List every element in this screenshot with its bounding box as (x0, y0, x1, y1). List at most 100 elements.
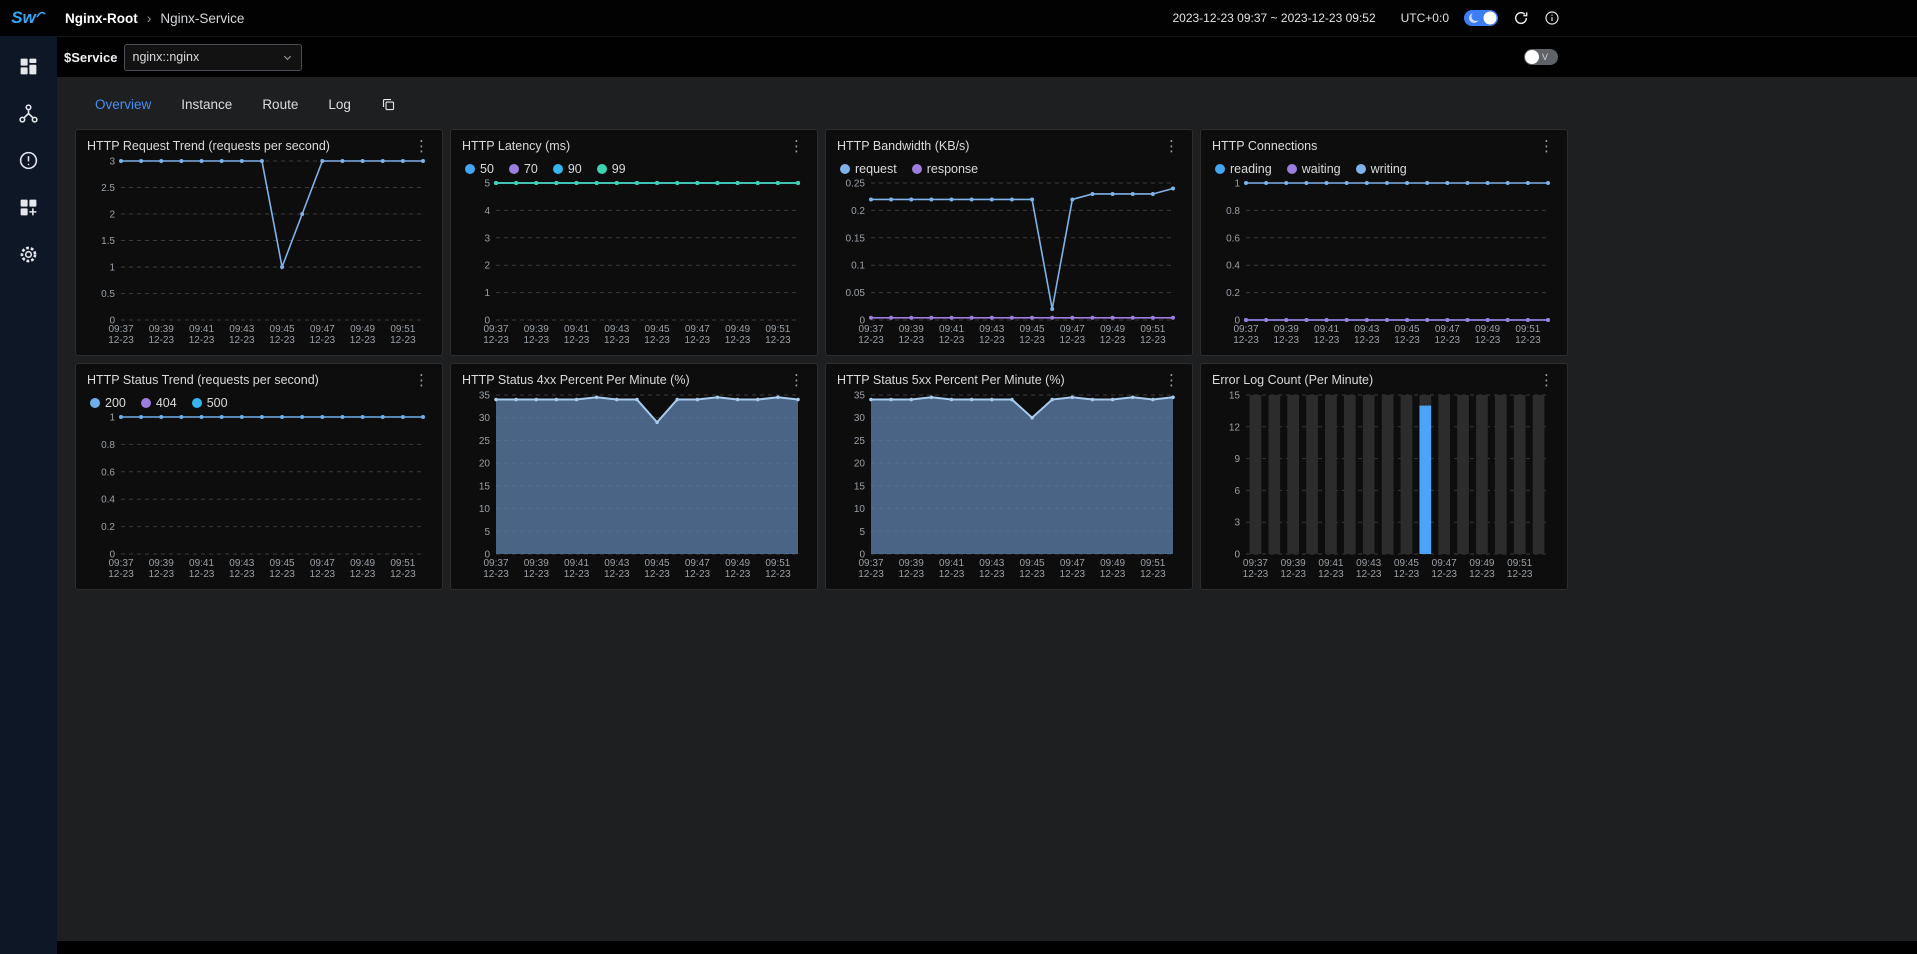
legend-dot-icon (141, 398, 151, 408)
sidebar-item-alerting[interactable] (9, 142, 49, 179)
legend-item[interactable]: reading (1215, 162, 1272, 176)
kebab-menu-icon[interactable]: ⋮ (1162, 139, 1181, 154)
svg-text:0.4: 0.4 (1226, 261, 1240, 272)
time-range[interactable]: 2023-12-23 09:37 ~ 2023-12-23 09:52 (1172, 11, 1375, 25)
legend-item[interactable]: writing (1356, 162, 1407, 176)
svg-text:09:4112-23: 09:4112-23 (1318, 558, 1344, 580)
tab-route[interactable]: Route (262, 97, 298, 112)
sidebar-item-marketplace[interactable] (9, 189, 49, 226)
legend-label: 200 (105, 396, 126, 410)
tab-overview[interactable]: Overview (95, 97, 151, 112)
svg-text:5: 5 (859, 527, 865, 538)
legend-dot-icon (912, 164, 922, 174)
svg-text:09:4912-23: 09:4912-23 (1469, 558, 1495, 580)
chart-canvas[interactable]: 00.20.40.60.8109:3712-2309:3912-2309:411… (87, 412, 431, 582)
svg-text:09:4312-23: 09:4312-23 (229, 558, 255, 580)
svg-text:09:4512-23: 09:4512-23 (644, 558, 670, 580)
sidebar-item-topology[interactable] (9, 95, 49, 132)
svg-text:09:4312-23: 09:4312-23 (979, 324, 1005, 346)
chart-canvas[interactable]: 01234509:3712-2309:3912-2309:4112-2309:4… (462, 178, 806, 348)
kebab-menu-icon[interactable]: ⋮ (412, 373, 431, 388)
service-select[interactable]: nginx::nginx (124, 44, 302, 71)
kebab-menu-icon[interactable]: ⋮ (412, 139, 431, 154)
info-icon[interactable] (1544, 10, 1560, 26)
chart-canvas[interactable]: 0510152025303509:3712-2309:3912-2309:411… (462, 390, 806, 582)
svg-text:20: 20 (854, 459, 866, 470)
legend-dot-icon (509, 164, 519, 174)
chart-canvas[interactable]: 0510152025303509:3712-2309:3912-2309:411… (837, 390, 1181, 582)
svg-text:09:4112-23: 09:4112-23 (564, 324, 590, 346)
legend-item[interactable]: 50 (465, 162, 494, 176)
alert-circle-icon (18, 150, 39, 171)
logo-swoosh-icon (36, 10, 46, 20)
chart-canvas[interactable]: 0369121509:3712-2309:3912-2309:4112-2309… (1212, 390, 1556, 582)
legend-item[interactable]: waiting (1287, 162, 1341, 176)
chart-title: HTTP Request Trend (requests per second) (87, 139, 330, 153)
svg-text:4: 4 (484, 206, 490, 217)
sidebar-item-dashboards[interactable] (9, 48, 49, 85)
breadcrumb-root[interactable]: Nginx-Root (65, 11, 138, 26)
chart-card: HTTP Status 4xx Percent Per Minute (%) ⋮… (450, 363, 818, 590)
legend-dot-icon (465, 164, 475, 174)
kebab-menu-icon[interactable]: ⋮ (787, 373, 806, 388)
svg-text:09:4312-23: 09:4312-23 (1356, 558, 1382, 580)
kebab-menu-icon[interactable]: ⋮ (1537, 373, 1556, 388)
legend-item[interactable]: 200 (90, 396, 126, 410)
legend-dot-icon (1287, 164, 1297, 174)
tab-log[interactable]: Log (328, 97, 351, 112)
refresh-icon[interactable] (1513, 10, 1529, 26)
svg-text:09:4112-23: 09:4112-23 (1314, 324, 1340, 346)
svg-text:25: 25 (854, 436, 866, 447)
legend-label: 500 (207, 396, 228, 410)
legend-item[interactable]: request (840, 162, 897, 176)
chart-legend: 200 404 500 (90, 395, 431, 410)
toggle-label: V (1542, 52, 1548, 62)
svg-text:0.15: 0.15 (846, 233, 866, 244)
svg-text:09:4712-23: 09:4712-23 (1060, 324, 1086, 346)
chart-canvas[interactable]: 00.050.10.150.20.2509:3712-2309:3912-230… (837, 178, 1181, 348)
chart-canvas[interactable]: 00.20.40.60.8109:3712-2309:3912-2309:411… (1212, 178, 1556, 348)
svg-text:2: 2 (484, 261, 490, 272)
edit-mode-toggle[interactable]: V (1524, 49, 1558, 65)
legend-item[interactable]: 70 (509, 162, 538, 176)
svg-text:12: 12 (1229, 422, 1241, 433)
logo[interactable]: Sw (0, 8, 57, 28)
scrollbar-track[interactable] (57, 941, 1917, 954)
kebab-menu-icon[interactable]: ⋮ (1537, 139, 1556, 154)
svg-text:20: 20 (479, 459, 491, 470)
legend-item[interactable]: 500 (192, 396, 228, 410)
svg-text:1: 1 (109, 263, 115, 274)
svg-text:09:5112-23: 09:5112-23 (390, 558, 416, 580)
sidebar-item-settings[interactable] (9, 236, 49, 273)
main-area: $Service nginx::nginx V Overview Instanc… (57, 36, 1917, 954)
legend-item[interactable]: 99 (597, 162, 626, 176)
legend-item[interactable]: response (912, 162, 978, 176)
kebab-menu-icon[interactable]: ⋮ (787, 139, 806, 154)
svg-text:09:5112-23: 09:5112-23 (765, 324, 791, 346)
chart-title: HTTP Status 4xx Percent Per Minute (%) (462, 373, 690, 387)
svg-text:0.5: 0.5 (101, 289, 115, 300)
legend-label: 99 (612, 162, 626, 176)
legend-item[interactable]: 90 (553, 162, 582, 176)
chart-card: Error Log Count (Per Minute) ⋮ 036912150… (1200, 363, 1568, 590)
legend-label: writing (1371, 162, 1407, 176)
kebab-menu-icon[interactable]: ⋮ (1162, 373, 1181, 388)
svg-text:09:4912-23: 09:4912-23 (350, 558, 376, 580)
tab-instance[interactable]: Instance (181, 97, 232, 112)
svg-text:0.6: 0.6 (1226, 233, 1240, 244)
chart-canvas[interactable]: 00.511.522.5309:3712-2309:3912-2309:4112… (87, 156, 431, 348)
svg-text:09:4112-23: 09:4112-23 (189, 324, 215, 346)
svg-text:09:5112-23: 09:5112-23 (1515, 324, 1541, 346)
svg-text:1: 1 (109, 413, 115, 424)
svg-text:09:4912-23: 09:4912-23 (1100, 558, 1126, 580)
svg-text:1.5: 1.5 (101, 236, 115, 247)
svg-text:09:3912-23: 09:3912-23 (898, 558, 924, 580)
svg-text:09:4912-23: 09:4912-23 (725, 324, 751, 346)
svg-text:09:3912-23: 09:3912-23 (148, 324, 174, 346)
breadcrumb-current: Nginx-Service (160, 11, 244, 26)
copy-icon[interactable] (381, 97, 396, 112)
legend-item[interactable]: 404 (141, 396, 177, 410)
theme-toggle[interactable] (1464, 10, 1498, 26)
legend-label: 50 (480, 162, 494, 176)
svg-text:09:4712-23: 09:4712-23 (1431, 558, 1457, 580)
